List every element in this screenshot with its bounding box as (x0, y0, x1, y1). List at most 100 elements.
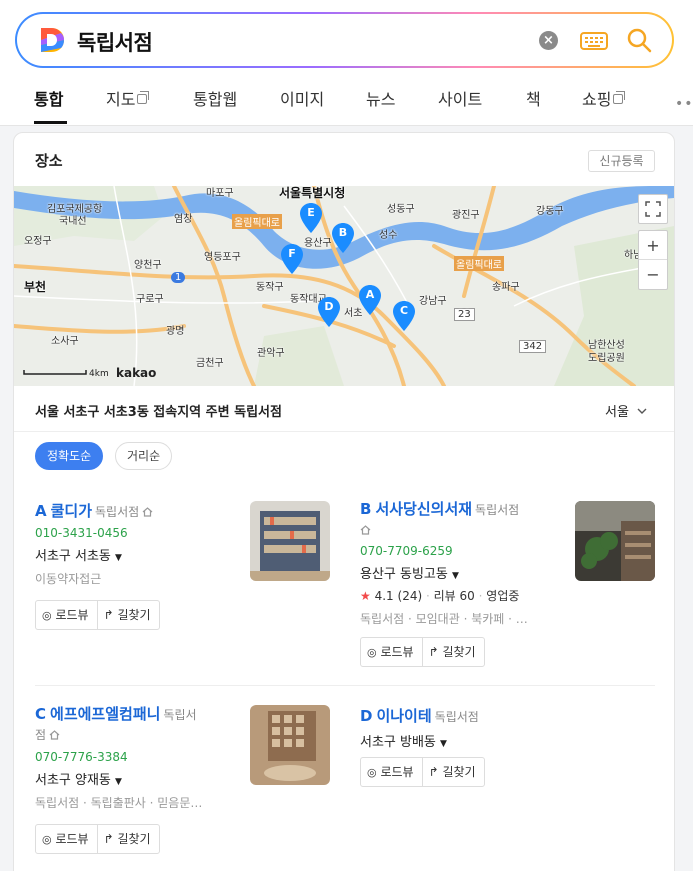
map-label: 소사구 (51, 336, 79, 347)
result-letter: B (360, 500, 372, 518)
result-phone[interactable]: 070-7709-6259 (360, 544, 570, 558)
register-button[interactable]: 신규등록 (588, 150, 655, 172)
map-label: 금천구 (196, 358, 224, 369)
directions-button[interactable]: ↱ 길찾기 (98, 601, 159, 629)
map-label: 관악구 (257, 348, 285, 359)
roadview-button[interactable]: ◎ 로드뷰 (361, 758, 423, 786)
result-thumbnail[interactable] (575, 501, 655, 581)
roadview-button[interactable]: ◎ 로드뷰 (36, 601, 98, 629)
result-thumbnail[interactable] (250, 501, 330, 581)
roadview-button[interactable]: ◎ 로드뷰 (36, 825, 98, 853)
tab-book[interactable]: 책 (526, 86, 541, 110)
home-icon (360, 525, 371, 535)
map-label: 구로구 (136, 294, 164, 305)
search-box[interactable]: 독립서점 × (15, 12, 674, 68)
zoom-out-button[interactable]: − (639, 260, 667, 289)
result-actions: ◎ 로드뷰 ↱ 길찾기 (35, 600, 160, 630)
zoom-controls: + − (638, 230, 668, 290)
active-tab-underline (34, 121, 67, 124)
tab-map[interactable]: 지도 (106, 86, 150, 110)
result-letter: A (35, 502, 47, 520)
sort-accuracy-button[interactable]: 정확도순 (35, 442, 104, 470)
caret-down-icon: ▼ (452, 571, 459, 581)
pin-icon: ◎ (367, 766, 377, 779)
pin-icon: ◎ (367, 646, 377, 659)
map-label: 송파구 (492, 282, 520, 293)
home-icon (142, 507, 153, 517)
result-address[interactable]: 용산구 동빙고동 ▼ (360, 563, 570, 582)
region-select[interactable]: 서울 (605, 401, 647, 420)
result-category: 독립서점 (475, 503, 520, 517)
arrow-icon: ↱ (428, 765, 439, 779)
result-address[interactable]: 서초구 양재동 ▼ (35, 769, 235, 788)
map-label: 영등포구 (204, 252, 241, 263)
map-scale: 4km (89, 369, 109, 379)
map-marker-a[interactable]: A (359, 285, 381, 315)
tab-shopping[interactable]: 쇼핑 (582, 86, 626, 110)
result-actions: ◎ 로드뷰 ↱ 길찾기 (360, 757, 485, 787)
kakao-logo: kakao (116, 366, 157, 380)
result-rating: ★ 4.1 (24) · 리뷰 60 · 영업중 (360, 589, 520, 603)
location-row: 서울 서초구 서초3동 접속지역 주변 독립서점 서울 (14, 386, 674, 432)
result-name-link[interactable]: 이나이테 (376, 707, 431, 725)
result-name-link[interactable]: 에프에프엘컴패니 (50, 705, 160, 723)
search-input[interactable]: 독립서점 (77, 27, 153, 57)
location-text: 서울 서초구 서초3동 접속지역 주변 독립서점 (35, 405, 282, 420)
keyboard-icon[interactable] (580, 31, 608, 51)
search-tabs: 통합 지도 통합웹 이미지 뉴스 사이트 책 쇼핑 (0, 86, 693, 126)
map-label: 용산구 (304, 238, 332, 249)
directions-button[interactable]: ↱ 길찾기 (98, 825, 159, 853)
map-marker-d[interactable]: D (318, 297, 340, 327)
result-category: 독립서점 (434, 710, 479, 724)
map-label: 강동구 (536, 206, 564, 217)
pin-icon: ◎ (42, 609, 52, 622)
map-marker-f[interactable]: F (281, 244, 303, 274)
directions-button[interactable]: ↱ 길찾기 (423, 758, 484, 786)
result-phone[interactable]: 070-7776-3384 (35, 750, 235, 764)
map-background (14, 186, 674, 386)
map-label: 강남구 (419, 296, 447, 307)
bookstore-photo (250, 705, 330, 785)
arrow-icon: ↱ (103, 608, 114, 622)
map-label: 마포구 (206, 188, 234, 199)
more-tabs-icon[interactable]: ••• (675, 96, 693, 112)
map-label: 오정구 (24, 236, 52, 247)
map[interactable]: 서울특별시청 마포구 김포국제공항 국내선 오정구 염창 양천구 영등포구 용산… (14, 186, 674, 386)
result-address[interactable]: 서초구 방배동 ▼ (360, 731, 660, 750)
result-letter: C (35, 705, 47, 723)
fullscreen-button[interactable] (638, 194, 668, 224)
route-sign: 1 (171, 272, 186, 283)
directions-button[interactable]: ↱ 길찾기 (423, 638, 484, 666)
tab-image[interactable]: 이미지 (280, 86, 324, 110)
map-marker-e[interactable]: E (300, 203, 322, 233)
result-thumbnail[interactable] (250, 705, 330, 785)
place-card: 장소 신규등록 서울특별시청 마포구 김포국제공항 국내선 오정구 염창 양천구… (13, 132, 675, 871)
result-tags: 독립서점 · 모임대관 · 북카페 · … (360, 612, 528, 626)
clear-search-button[interactable]: × (539, 31, 558, 50)
divider (35, 685, 655, 686)
map-label: 국내선 (59, 216, 87, 227)
result-category: 독립서 (163, 708, 197, 722)
map-label: 성동구 (387, 204, 415, 215)
road-label: 올림픽대로 (232, 214, 282, 229)
result-item-d: D 이나이테 독립서점 서초구 방배동 ▼ (360, 705, 660, 750)
sort-distance-button[interactable]: 거리순 (115, 442, 173, 470)
search-icon[interactable] (625, 26, 653, 54)
tab-web[interactable]: 통합웹 (193, 86, 237, 110)
result-actions: ◎ 로드뷰 ↱ 길찾기 (35, 824, 160, 854)
zoom-in-button[interactable]: + (639, 231, 667, 260)
result-name-link[interactable]: 서사당신의서재 (375, 500, 472, 518)
map-marker-c[interactable]: C (393, 301, 415, 331)
map-marker-b[interactable]: B (332, 223, 354, 253)
result-item-c: C 에프에프엘컴패니 독립서 점 070-7776-3384 서초구 양재동 ▼ 독립… (35, 705, 235, 811)
tab-all[interactable]: 통합 (34, 86, 63, 110)
chevron-down-icon (637, 408, 647, 414)
map-label: 양천구 (134, 260, 162, 271)
pin-icon: ◎ (42, 833, 52, 846)
daum-logo-icon[interactable] (37, 25, 67, 55)
tab-news[interactable]: 뉴스 (366, 86, 395, 110)
tab-site[interactable]: 사이트 (438, 86, 482, 110)
roadview-button[interactable]: ◎ 로드뷰 (361, 638, 423, 666)
result-letter: D (360, 707, 373, 725)
result-name-link[interactable]: 쿨디가 (51, 502, 92, 520)
